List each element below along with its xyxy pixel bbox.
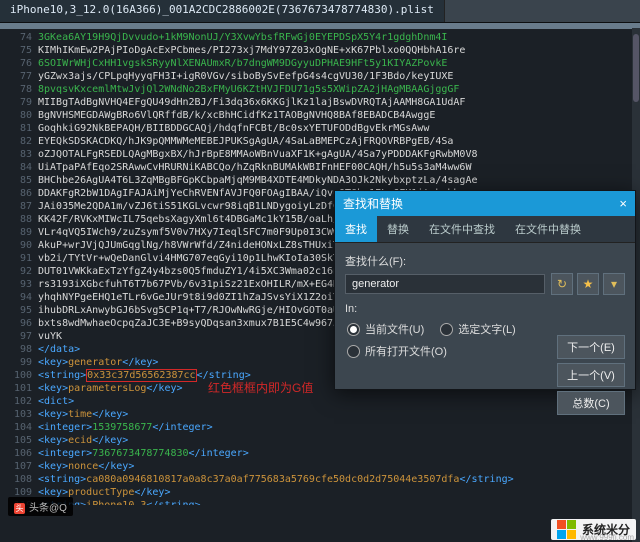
history-icon[interactable]: ↻ (551, 273, 573, 295)
find-replace-dialog: 查找和替换 × 查找 替换 在文件中查找 在文件中替换 查找什么(F): ↻ ★… (334, 190, 636, 390)
editor-tabbar: iPhone10,3_12.0(16A366)_001A2CDC2886002E… (0, 0, 640, 23)
radio-dot-icon (347, 345, 360, 358)
tab-find[interactable]: 查找 (335, 216, 377, 242)
find-input[interactable] (345, 274, 545, 294)
scrollbar-thumb[interactable] (633, 34, 639, 102)
toutiao-watermark: 头头条@Q (8, 497, 73, 516)
tab-find-in-files[interactable]: 在文件中查找 (419, 216, 505, 242)
tab-replace-in-files[interactable]: 在文件中替换 (505, 216, 591, 242)
site-watermark: 系统米分 www.999fi.com (551, 519, 636, 540)
radio-selected-text[interactable]: 选定文字(L) (440, 321, 515, 337)
favorite-icon[interactable]: ★ (577, 273, 599, 295)
radio-current-file[interactable]: 当前文件(U) (347, 321, 424, 337)
toutiao-logo-icon: 头 (14, 503, 25, 514)
microsoft-logo-icon (557, 520, 576, 539)
tab-replace[interactable]: 替换 (377, 216, 419, 242)
close-icon[interactable]: × (619, 197, 627, 210)
options-icon[interactable]: ▾ (603, 273, 625, 295)
dialog-tabs: 查找 替换 在文件中查找 在文件中替换 (335, 216, 635, 243)
watermark-url: www.999fi.com (580, 533, 634, 542)
radio-all-open[interactable]: 所有打开文件(O) (347, 343, 447, 359)
find-next-button[interactable]: 下一个(E) (557, 335, 625, 359)
find-option-icons: ↻ ★ ▾ (551, 273, 625, 295)
find-label: 查找什么(F): (345, 253, 625, 269)
find-prev-button[interactable]: 上一个(V) (557, 363, 625, 387)
count-button[interactable]: 总数(C) (557, 391, 625, 415)
in-label: In: (345, 303, 357, 315)
file-tab[interactable]: iPhone10,3_12.0(16A366)_001A2CDC2886002E… (0, 0, 445, 22)
dialog-title-text: 查找和替换 (343, 195, 403, 212)
radio-dot-icon (440, 323, 453, 336)
dialog-titlebar[interactable]: 查找和替换 × (335, 191, 635, 216)
radio-dot-icon (347, 323, 360, 336)
dialog-buttons: 下一个(E) 上一个(V) 总数(C) (557, 335, 625, 415)
dialog-body: 查找什么(F): ↻ ★ ▾ In: 当前文件(U) 选定文字(L) 所有打开文… (335, 243, 635, 389)
